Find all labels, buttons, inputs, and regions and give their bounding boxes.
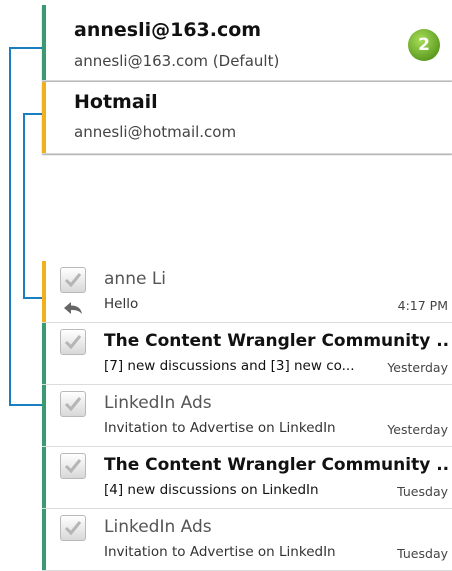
message-date: Tuesday [397, 546, 448, 561]
account-color-stripe [42, 261, 46, 322]
check-icon [64, 521, 82, 535]
message-date: Tuesday [397, 484, 448, 499]
message-subject: Invitation to Advertise on LinkedIn [104, 544, 336, 560]
account-color-stripe [42, 5, 46, 80]
message-subject: [4] new discussions on LinkedIn [104, 482, 319, 498]
account-name: annesli@163.com [74, 19, 262, 41]
account-address: annesli@163.com (Default) [74, 52, 280, 70]
unread-count-badge: 2 [408, 29, 440, 61]
message-item[interactable]: anne Li Hello 4:17 PM [42, 261, 452, 323]
account-color-stripe [42, 385, 46, 446]
account-color-stripe [42, 509, 46, 570]
reply-icon [64, 302, 82, 314]
select-checkbox[interactable] [60, 329, 86, 355]
message-sender: LinkedIn Ads [104, 517, 212, 537]
check-icon [64, 335, 82, 349]
message-item[interactable]: LinkedIn Ads Invitation to Advertise on … [42, 509, 452, 571]
select-checkbox[interactable] [60, 391, 86, 417]
account-hotmail[interactable]: Hotmail annesli@hotmail.com [42, 82, 452, 154]
message-sender: anne Li [104, 269, 167, 289]
message-item[interactable]: The Content Wrangler Community ... [7] n… [42, 323, 452, 385]
message-date: Yesterday [387, 422, 448, 437]
connector-hotmail [23, 113, 42, 299]
select-checkbox[interactable] [60, 267, 86, 293]
connector-163 [9, 47, 42, 406]
message-item[interactable]: LinkedIn Ads Invitation to Advertise on … [42, 385, 452, 447]
message-subject: Hello [104, 296, 139, 312]
account-address: annesli@hotmail.com [74, 123, 237, 141]
account-color-stripe [42, 323, 46, 384]
check-icon [64, 459, 82, 473]
message-subject: [7] new discussions and [3] new co... [104, 358, 355, 374]
message-sender: LinkedIn Ads [104, 393, 212, 413]
message-list: anne Li Hello 4:17 PM The Content Wrangl… [42, 261, 452, 571]
select-checkbox[interactable] [60, 515, 86, 541]
account-color-stripe [42, 447, 46, 508]
message-sender: The Content Wrangler Community ... [104, 455, 449, 475]
account-name: Hotmail [74, 91, 158, 113]
select-checkbox[interactable] [60, 453, 86, 479]
message-subject: Invitation to Advertise on LinkedIn [104, 420, 336, 436]
check-icon [64, 273, 82, 287]
message-date: Yesterday [387, 360, 448, 375]
account-color-stripe [42, 82, 46, 153]
account-list: annesli@163.com annesli@163.com (Default… [42, 5, 452, 154]
message-sender: The Content Wrangler Community ... [104, 331, 449, 351]
message-date: 4:17 PM [397, 298, 448, 313]
message-item[interactable]: The Content Wrangler Community ... [4] n… [42, 447, 452, 509]
account-163[interactable]: annesli@163.com annesli@163.com (Default… [42, 5, 452, 81]
check-icon [64, 397, 82, 411]
